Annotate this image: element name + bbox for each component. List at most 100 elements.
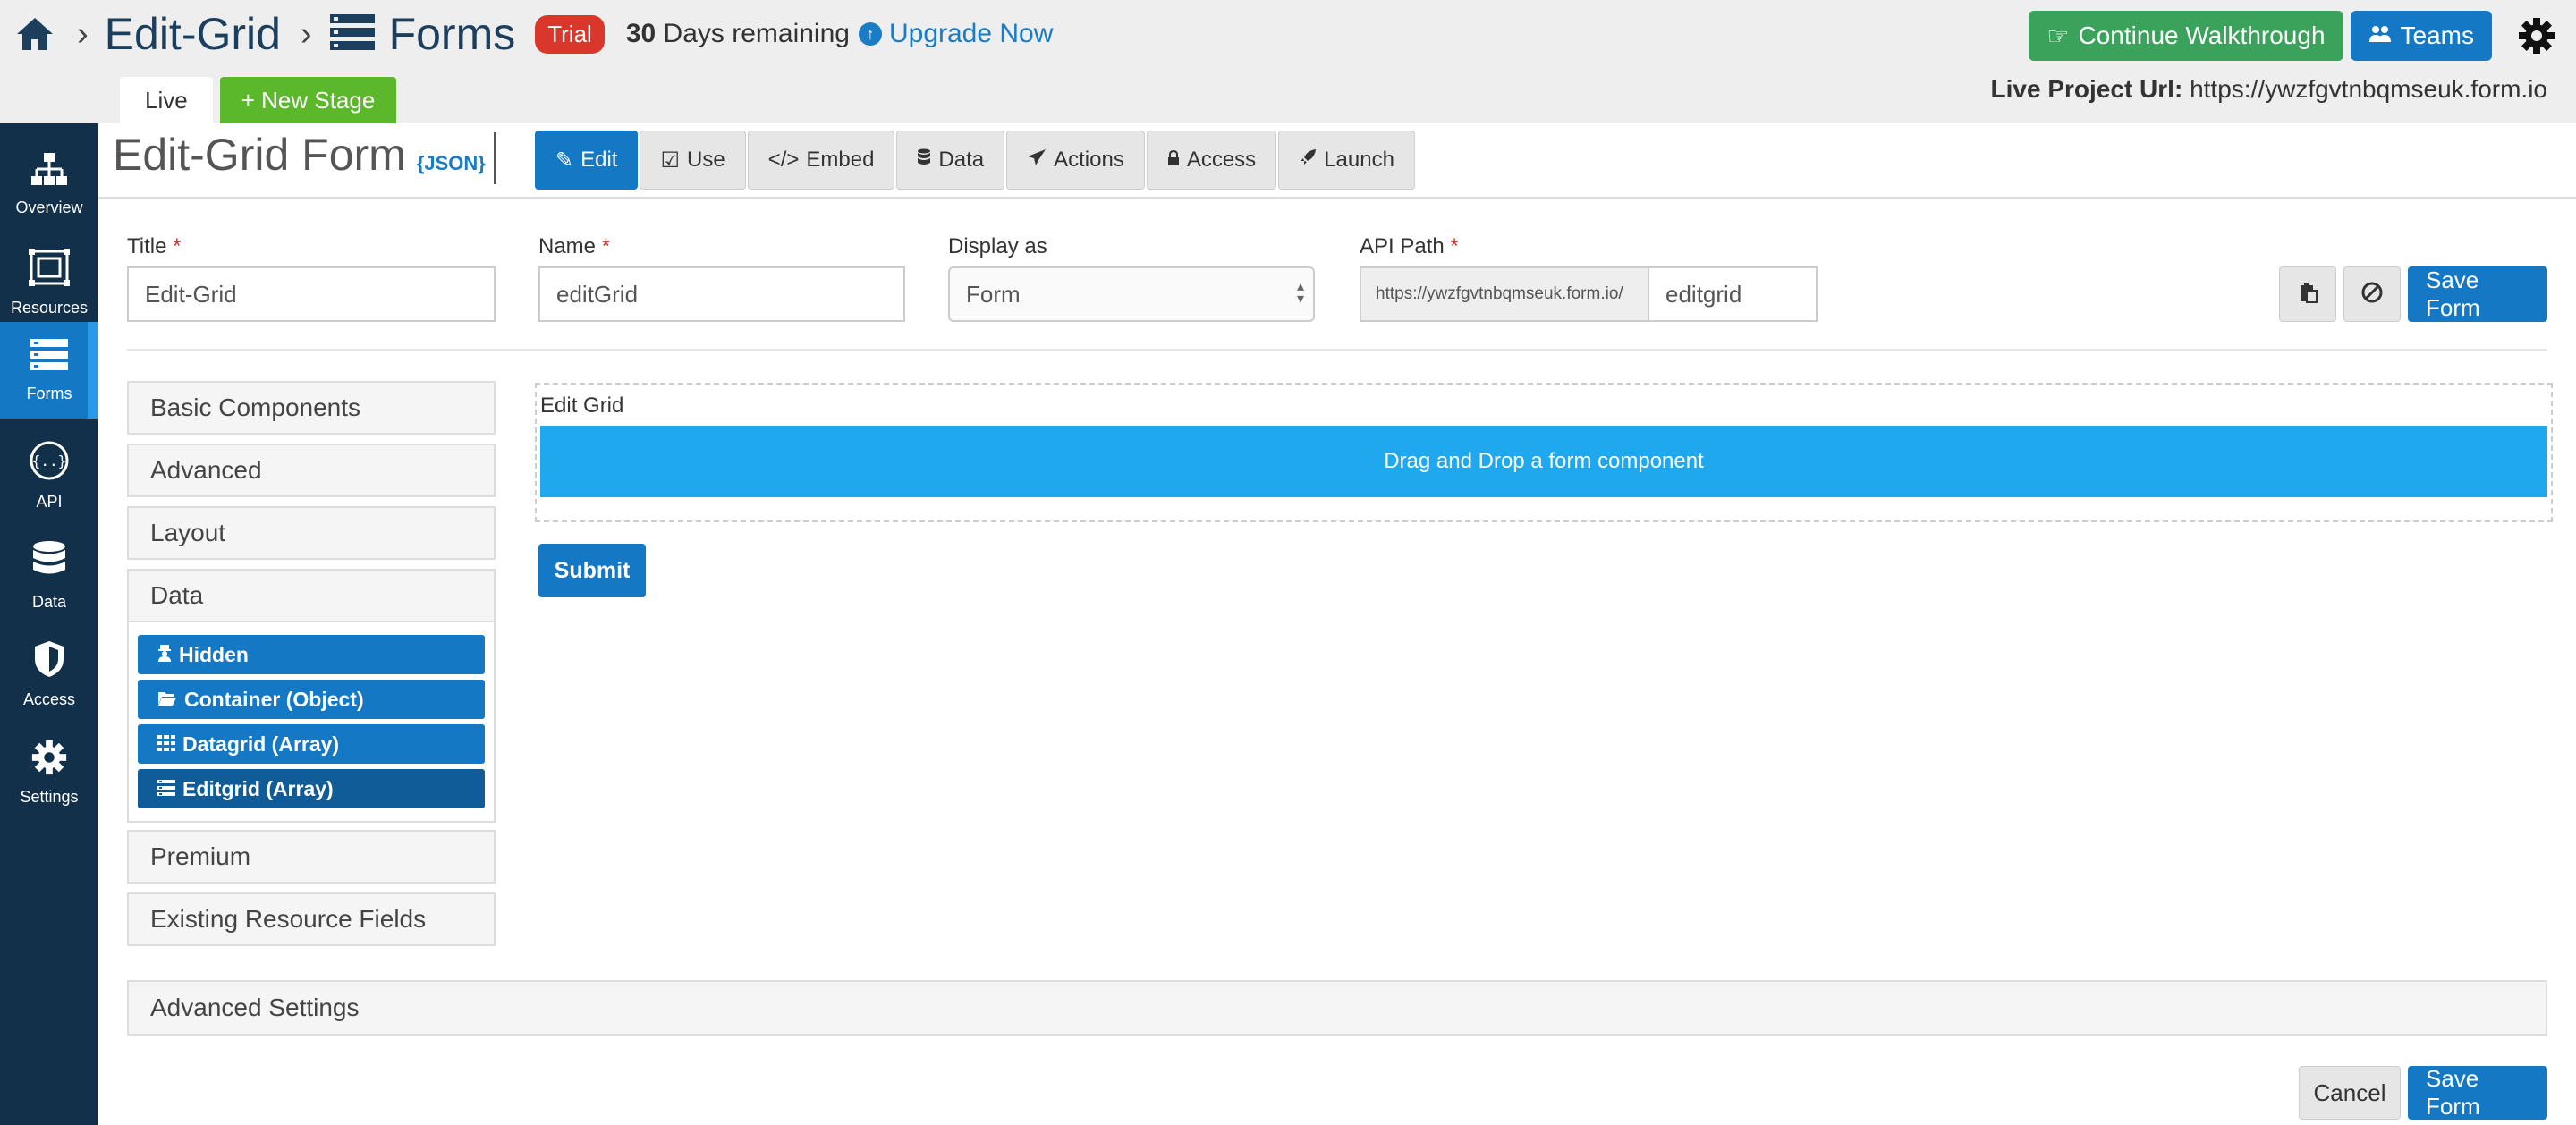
tab-use[interactable]: ☑ Use (640, 131, 746, 190)
teams-label: Teams (2400, 21, 2474, 49)
sidebar-item-api[interactable]: {..} API (0, 427, 98, 524)
cancel-button[interactable]: Cancel (2299, 1066, 2401, 1120)
save-form-footer-button[interactable]: Save Form (2408, 1065, 2547, 1120)
edit-grid-label: Edit Grid (540, 393, 624, 418)
component-hidden[interactable]: Hidden (138, 635, 485, 674)
sidebar-label: Forms (26, 385, 72, 402)
upgrade-label: Upgrade Now (888, 19, 1054, 48)
ban-icon (2360, 281, 2384, 309)
check-square-icon: ☑ (660, 148, 680, 173)
rocket-icon (1299, 148, 1317, 173)
breadcrumb-forms[interactable]: Forms (328, 8, 516, 60)
name-input[interactable]: editGrid (538, 266, 905, 322)
breadcrumb-separator: › (77, 14, 89, 53)
top-actions: ☞ Continue Walkthrough Teams (2029, 11, 2562, 61)
title-input[interactable]: Edit-Grid (127, 266, 496, 322)
tab-actions[interactable]: Actions (1006, 131, 1145, 190)
gear-icon[interactable] (2512, 11, 2562, 61)
group-basic-components[interactable]: Basic Components (127, 381, 496, 435)
days-count: 30 (625, 19, 657, 48)
new-stage-button[interactable]: + New Stage (219, 77, 397, 123)
data-components-panel: Hidden Container (Object) Datagrid (Arra… (127, 622, 496, 823)
group-layout[interactable]: Layout (127, 506, 496, 560)
api-path-input[interactable]: editgrid (1648, 266, 1818, 322)
breadcrumb-separator: › (300, 14, 312, 53)
svg-text:{..}: {..} (32, 453, 67, 469)
sidebar-label: Access (22, 690, 76, 708)
component-datagrid[interactable]: Datagrid (Array) (138, 724, 485, 764)
sidebar-item-access[interactable]: Access (0, 626, 98, 723)
tab-label: Access (1186, 148, 1257, 172)
component-label: Datagrid (Array) (182, 732, 340, 756)
arrow-up-icon: ↑ (858, 22, 882, 46)
breadcrumb: › Edit-Grid › Forms Trial 30 Days remain… (13, 5, 1053, 63)
sidebar-label: Data (31, 593, 67, 611)
users-icon (2368, 21, 2392, 50)
teams-button[interactable]: Teams (2350, 11, 2492, 61)
sidebar-label: API (36, 493, 63, 511)
edit-icon: ✎ (555, 148, 574, 173)
api-path-label: API Path * (1360, 234, 1459, 259)
component-label: Editgrid (Array) (182, 776, 334, 800)
sidebar-label: Settings (20, 788, 79, 806)
days-text: Days remaining (663, 19, 850, 48)
tab-launch[interactable]: Launch (1278, 131, 1415, 190)
clear-button[interactable] (2343, 266, 2401, 322)
group-existing-resource-fields[interactable]: Existing Resource Fields (127, 892, 496, 946)
group-premium[interactable]: Premium (127, 830, 496, 884)
name-label: Name * (538, 234, 610, 259)
tab-access[interactable]: Access (1146, 131, 1277, 190)
advanced-settings-panel[interactable]: Advanced Settings (127, 980, 2547, 1036)
form-title-text: Edit-Grid Form (113, 130, 406, 180)
home-icon[interactable] (13, 12, 57, 56)
sidebar-item-overview[interactable]: Overview (0, 136, 98, 233)
sidebar-label: Overview (15, 199, 83, 216)
divider (127, 349, 2547, 351)
continue-walkthrough-button[interactable]: ☞ Continue Walkthrough (2029, 11, 2343, 61)
tab-edit[interactable]: ✎ Edit (535, 131, 639, 190)
folder-open-icon (157, 688, 177, 712)
live-url-value[interactable]: https://ywzfgvtnbqmseuk.form.io (2190, 75, 2547, 103)
tab-label: Actions (1054, 148, 1124, 172)
breadcrumb-project[interactable]: Edit-Grid (105, 8, 281, 60)
copy-button[interactable] (2279, 266, 2336, 322)
drop-zone[interactable]: Drag and Drop a form component (540, 426, 2547, 497)
sidebar-item-data[interactable]: Data (0, 528, 98, 624)
component-container[interactable]: Container (Object) (138, 680, 485, 719)
required-mark: * (173, 234, 182, 258)
walkthrough-label: Continue Walkthrough (2078, 21, 2326, 49)
group-data[interactable]: Data (127, 569, 496, 622)
forms-icon (328, 13, 377, 56)
submit-button[interactable]: Submit (538, 544, 646, 597)
sidebar-item-resources[interactable]: Resources (0, 234, 98, 331)
breadcrumb-section: Forms (388, 9, 516, 59)
save-form-button[interactable]: Save Form (2408, 266, 2547, 322)
shield-icon (33, 639, 65, 683)
left-sidebar: Overview Resources Forms {..} API Data A… (0, 123, 98, 1125)
form-tabs: ✎ Edit ☑ Use </> Embed Data Actions Access … (535, 131, 1415, 190)
clipboard-icon (2298, 282, 2318, 308)
stage-tab-live[interactable]: Live (120, 77, 213, 123)
required-mark: * (1450, 234, 1459, 258)
component-editgrid[interactable]: Editgrid (Array) (138, 769, 485, 808)
title-label: Title * (127, 234, 181, 259)
json-link[interactable]: {JSON} (417, 152, 486, 175)
display-as-select[interactable]: Form ▴ ▾ (948, 266, 1315, 322)
divider (98, 197, 2576, 199)
group-advanced[interactable]: Advanced (127, 444, 496, 497)
grid-icon (157, 732, 175, 757)
sidebar-label: Resources (10, 299, 89, 317)
tab-embed[interactable]: </> Embed (747, 131, 895, 190)
tab-data[interactable]: Data (896, 131, 1005, 190)
tasks-icon (157, 777, 175, 801)
tab-label: Use (686, 148, 725, 172)
database-icon (31, 540, 67, 586)
api-path-label-text: API Path (1360, 234, 1445, 258)
sidebar-item-settings[interactable]: Settings (0, 724, 98, 821)
upgrade-link[interactable]: ↑ Upgrade Now (858, 19, 1054, 49)
select-caret-icon: ▴ ▾ (1296, 279, 1304, 307)
sitemap-icon (30, 151, 69, 191)
display-as-value: Form (966, 280, 1021, 308)
database-icon (917, 148, 931, 173)
sidebar-item-forms[interactable]: Forms (0, 322, 98, 419)
